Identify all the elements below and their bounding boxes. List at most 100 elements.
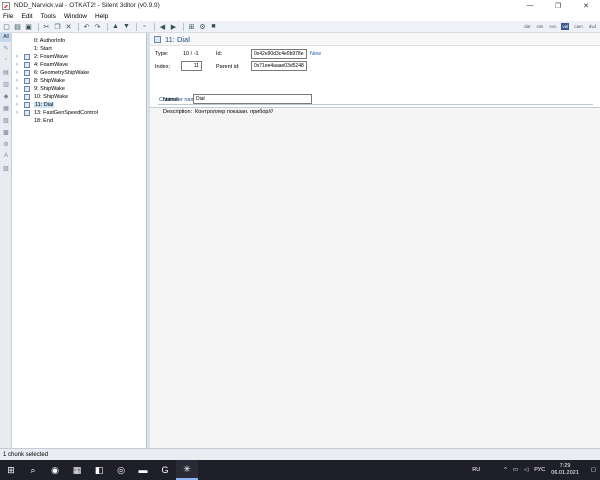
ext-tab-cam[interactable]: cam [573, 23, 584, 30]
ext-tab-scn[interactable]: scn [548, 23, 557, 30]
window-controls: — ❐ ✕ [516, 0, 600, 11]
tree-item[interactable]: › 11: Dial [12, 101, 147, 109]
menu-help[interactable]: Help [95, 13, 108, 20]
filter-type-icon[interactable]: ▨ [0, 162, 12, 174]
g-app-icon[interactable]: G [154, 460, 176, 480]
tree-item[interactable]: 0: AuthorInfo [12, 37, 147, 45]
tree-item[interactable]: › 10: ShipWake [12, 93, 147, 101]
tree-item[interactable]: › 2: FoamWave [12, 53, 147, 61]
filter-all-button[interactable]: All [0, 33, 12, 42]
filter-type-icon[interactable]: ⚙ [0, 138, 12, 150]
chunk-node-icon [24, 70, 30, 76]
minimize-button[interactable]: — [516, 0, 544, 11]
tree-item[interactable]: 1: Start [12, 45, 147, 53]
back-icon[interactable]: ◀ [158, 22, 167, 31]
id-field[interactable]: 0x42e90d3c4e0b978e [251, 49, 307, 59]
chevron-right-icon[interactable]: › [16, 110, 18, 116]
language-indicator-left[interactable]: RU [472, 467, 480, 473]
parent-id-field[interactable]: 0x71ee4aaae03d5248 [251, 61, 307, 71]
gear-icon[interactable]: ⚙ [198, 22, 207, 31]
redo-icon[interactable]: ↷ [93, 22, 102, 31]
new-id-link[interactable]: New [310, 51, 321, 57]
filter-type-icon[interactable]: ▦ [0, 102, 12, 114]
chevron-right-icon[interactable]: › [16, 86, 18, 92]
window-title: NDD_Narvick.val - OTKAT2! - Silent 3dito… [14, 2, 160, 9]
search-icon[interactable]: ⌕ [22, 460, 44, 480]
menu-window[interactable]: Window [64, 13, 87, 20]
menu-tools[interactable]: Tools [41, 13, 56, 20]
chevron-right-icon[interactable]: › [16, 94, 18, 100]
tree-item[interactable]: 18: End [12, 117, 147, 125]
menu-edit[interactable]: Edit [21, 13, 32, 20]
ext-tab-dvd[interactable]: dvd [588, 23, 597, 30]
filter-type-icon[interactable]: ▫ [0, 54, 12, 66]
system-tray: RU ^ ▭ ◁ РУС 7:29 06.01.2021 ▢ [472, 460, 600, 480]
clock[interactable]: 7:29 06.01.2021 [551, 463, 579, 477]
tree-item-label: 11: Dial [34, 102, 55, 108]
filter-type-icon[interactable]: ✎ [0, 42, 12, 54]
ext-tab-dat[interactable]: dat [523, 23, 531, 30]
steam-icon[interactable]: ◎ [110, 460, 132, 480]
filter-type-icon[interactable]: ▧ [0, 114, 12, 126]
chevron-right-icon[interactable]: › [16, 54, 18, 60]
chevron-right-icon[interactable]: › [16, 78, 18, 84]
folder-icon[interactable]: ▬ [132, 460, 154, 480]
save-icon[interactable]: ▣ [24, 22, 33, 31]
maximize-button[interactable]: ❐ [544, 0, 572, 11]
menu-file[interactable]: File [3, 13, 13, 20]
description-value[interactable]: Контроллер показан. прибор/// [195, 109, 273, 115]
delete-icon[interactable]: ✕ [64, 22, 73, 31]
terminal-icon[interactable]: ▦ [66, 460, 88, 480]
camera-icon[interactable]: ■ [209, 22, 218, 31]
forward-icon[interactable]: ▶ [169, 22, 178, 31]
tree-item[interactable]: › 9: ShipWake [12, 85, 147, 93]
editor-app-icon[interactable]: ✳ [176, 460, 198, 480]
copy-icon[interactable]: ❐ [53, 22, 62, 31]
filter-type-icon[interactable]: ▩ [0, 126, 12, 138]
move-up-icon[interactable]: ▲ [111, 22, 120, 31]
open-folder-icon[interactable]: ▤ [13, 22, 22, 31]
id-label: Id: [216, 51, 223, 57]
tree-item[interactable]: › 6: GeometryShipWake [12, 69, 147, 77]
tree-item[interactable]: › 8: ShipWake [12, 77, 147, 85]
tray-chevron-icon[interactable]: ^ [504, 467, 507, 473]
volume-icon[interactable]: ◁ [524, 467, 528, 473]
ext-tab-sim[interactable]: sim [535, 23, 544, 30]
cut-icon[interactable]: ✂ [42, 22, 51, 31]
disabled-icon[interactable]: ▫ [140, 22, 149, 31]
status-text: 1 chunk selected [3, 451, 49, 458]
undo-icon[interactable]: ↶ [82, 22, 91, 31]
type-label: Type: [155, 51, 169, 57]
language-indicator[interactable]: РУС [534, 467, 545, 473]
filter-type-icon[interactable]: ▤ [0, 66, 12, 78]
new-file-icon[interactable]: ▢ [2, 22, 11, 31]
filter-type-icon[interactable]: ▥ [0, 78, 12, 90]
filter-type-icon[interactable]: ◆ [0, 90, 12, 102]
chevron-right-icon[interactable]: › [16, 70, 18, 76]
chunk-node-icon [24, 102, 30, 108]
chunk-node-icon [24, 62, 30, 68]
grid-icon[interactable]: ⊞ [187, 22, 196, 31]
index-field[interactable]: 11 [181, 61, 202, 71]
network-icon[interactable]: ▭ [513, 467, 518, 473]
file-type-tabs: dat sim scn val cam dvd [519, 23, 597, 30]
filter-type-icon[interactable]: A [0, 150, 12, 162]
windows-start-icon[interactable]: ⊞ [0, 460, 22, 480]
tree-item-label: 0: AuthorInfo [34, 38, 66, 44]
status-bar: 1 chunk selected [0, 448, 600, 460]
media-icon[interactable]: ◧ [88, 460, 110, 480]
chrome-icon[interactable]: ◉ [44, 460, 66, 480]
move-down-icon[interactable]: ▼ [122, 22, 131, 31]
name-field[interactable]: Dial [193, 94, 312, 104]
chevron-right-icon[interactable]: › [16, 62, 18, 68]
close-button[interactable]: ✕ [572, 0, 600, 11]
tree-item[interactable]: › 13: FastGenSpeedControl [12, 109, 147, 117]
ext-tab-val[interactable]: val [561, 23, 570, 30]
toolbar-separator [154, 22, 155, 31]
tree-item-label: 18: End [34, 118, 53, 124]
chunk-tree: 0: AuthorInfo 1: Start › 2: FoamWave › 4: Foa… [12, 33, 147, 448]
taskbar: ⊞ ⌕ ◉ ▦ ◧ ◎ ▬ G ✳ RU ^ ▭ ◁ РУС 7:29 06.01.2021 ▢ [0, 460, 600, 480]
notifications-icon[interactable]: ▢ [591, 467, 596, 473]
chevron-right-icon[interactable]: › [16, 102, 18, 108]
tree-item[interactable]: › 4: FoamWave [12, 61, 147, 69]
